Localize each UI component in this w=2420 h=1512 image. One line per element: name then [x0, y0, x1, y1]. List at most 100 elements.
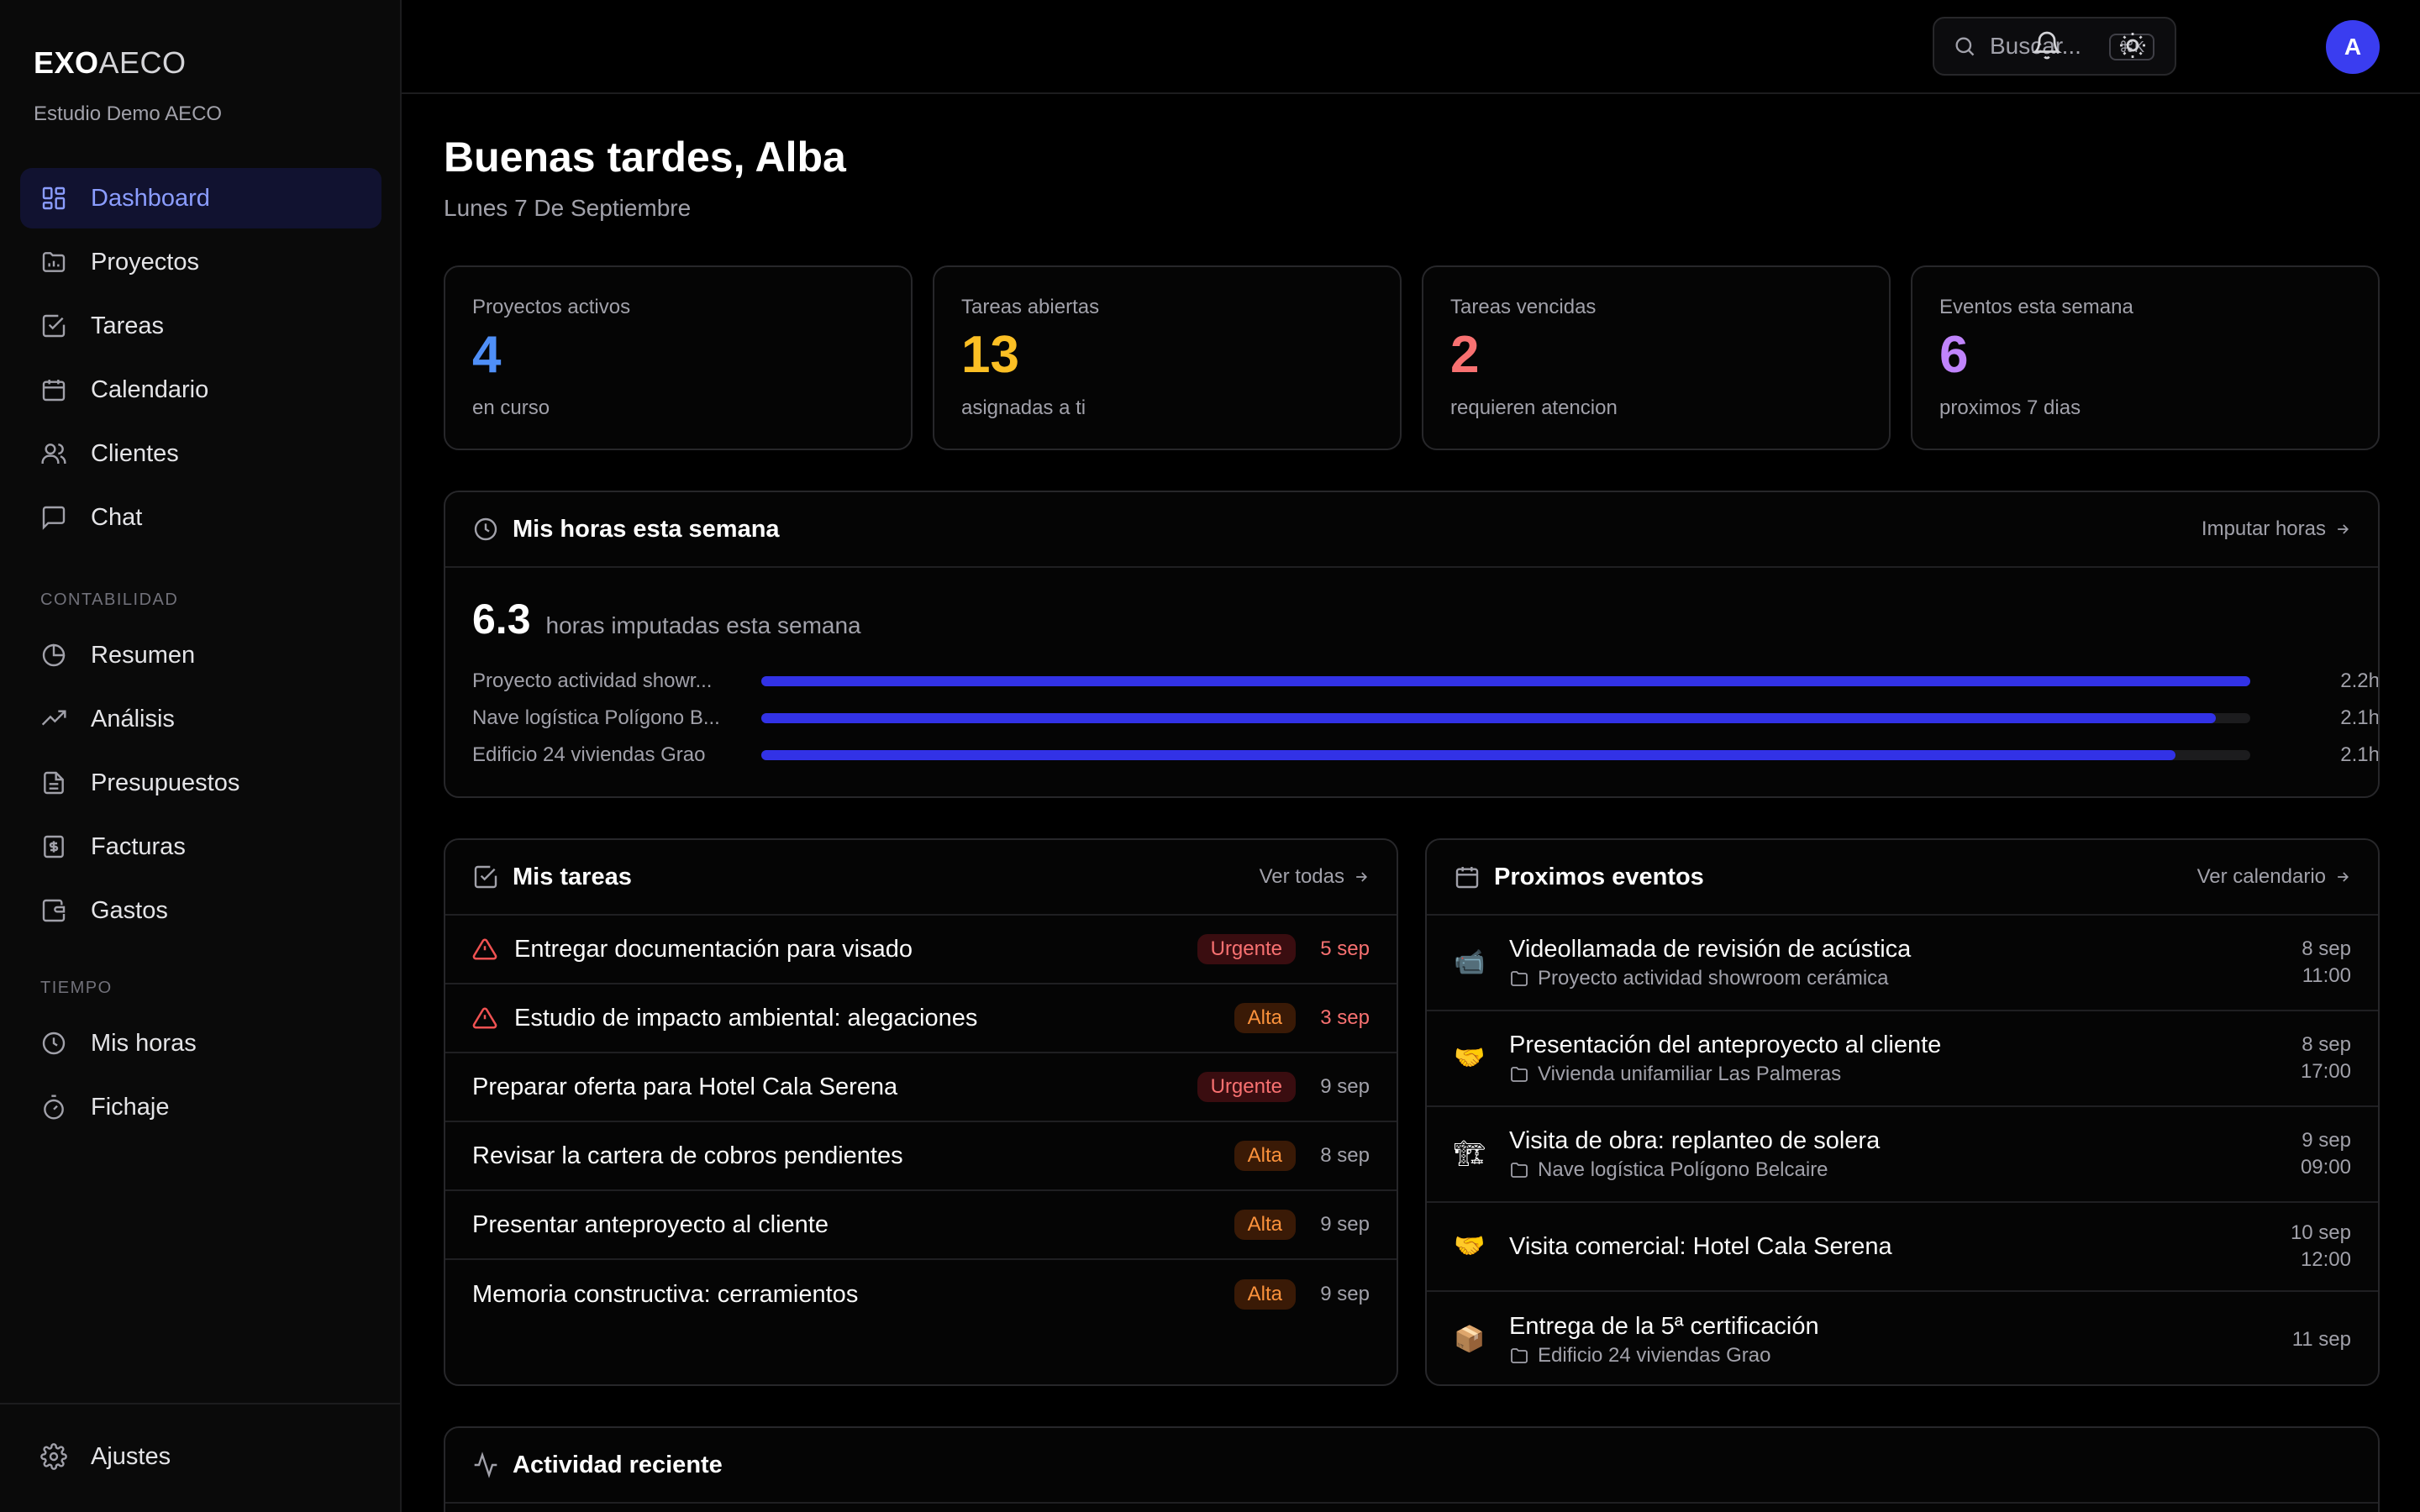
- sidebar-item-label: Clientes: [91, 439, 179, 467]
- hours-row: Proyecto actividad showr... 2.2h: [472, 669, 2378, 694]
- sidebar-item-label: Tareas: [91, 312, 165, 339]
- link-label: Ver todas: [1259, 865, 1344, 888]
- hours-bar-track: [761, 750, 2250, 760]
- stat-card-proyectos[interactable]: Proyectos activos 4 en curso: [444, 265, 913, 450]
- hours-total-label: horas imputadas esta semana: [545, 612, 861, 638]
- activity-card-header: Actividad reciente: [445, 1428, 2378, 1504]
- sidebar-item-proyectos[interactable]: Proyectos: [20, 232, 381, 292]
- clock-icon: [42, 1032, 66, 1055]
- sidebar-item-resumen[interactable]: Resumen: [20, 625, 381, 685]
- section-label-contabilidad: CONTABILIDAD: [40, 591, 179, 609]
- event-project: Edificio 24 viviendas Grao: [1538, 1343, 1771, 1367]
- card-title: Proximos eventos: [1494, 863, 1704, 890]
- sidebar-item-mis-horas[interactable]: Mis horas: [20, 1013, 381, 1074]
- ver-todas-link[interactable]: Ver todas: [1260, 865, 1370, 889]
- folder-icon: [1511, 970, 1528, 986]
- event-title: Visita comercial: Hotel Cala Serena: [1509, 1232, 1892, 1260]
- pie-chart-icon: [42, 643, 66, 667]
- sidebar-item-calendario[interactable]: Calendario: [20, 360, 381, 420]
- priority-badge: Urgente: [1197, 934, 1296, 964]
- event-day: 10 sep: [2290, 1221, 2351, 1244]
- stat-card-tareas-vencidas[interactable]: Tareas vencidas 2 requieren atencion: [1422, 265, 1891, 450]
- event-time: 12:00: [2300, 1248, 2351, 1271]
- organization-name: Estudio Demo AECO: [34, 102, 223, 125]
- event-row[interactable]: 🤝 Visita comercial: Hotel Cala Serena 10…: [1427, 1203, 2378, 1292]
- sidebar-item-chat[interactable]: Chat: [20, 487, 381, 548]
- folder-icon: [42, 252, 66, 272]
- sidebar-item-fichaje[interactable]: Fichaje: [20, 1077, 381, 1137]
- hours-value: 2.1h: [2340, 743, 2380, 766]
- task-name: Entregar documentación para visado: [514, 935, 913, 963]
- event-title: Visita de obra: replanteo de solera: [1509, 1126, 1881, 1154]
- link-label: Imputar horas: [2201, 517, 2326, 540]
- clock-icon: [474, 517, 497, 541]
- hours-bar-fill: [761, 750, 2176, 760]
- task-row[interactable]: Memoria constructiva: cerramientos Alta 9…: [445, 1260, 1397, 1329]
- checkbox-icon: [474, 865, 497, 889]
- sidebar: EXOAECO Estudio Demo AECO Dashboard Proy…: [0, 0, 402, 1512]
- folder-icon: [1511, 1162, 1528, 1178]
- priority-badge: Alta: [1234, 1141, 1296, 1171]
- events-card-header: Proximos eventos Ver calendario: [1427, 840, 2378, 916]
- sidebar-item-gastos[interactable]: Gastos: [20, 880, 381, 941]
- brand-logo[interactable]: EXOAECO: [34, 45, 187, 81]
- hours-bar-fill: [761, 713, 2217, 723]
- hours-value: 2.1h: [2340, 706, 2380, 729]
- task-row[interactable]: Entregar documentación para visado Urgen…: [445, 916, 1397, 984]
- event-row[interactable]: 📹 Videollamada de revisión de acústica P…: [1427, 916, 2378, 1011]
- event-row[interactable]: 📦 Entrega de la 5ª certificación Edifici…: [1427, 1292, 2378, 1384]
- hours-total: 6.3 horas imputadas esta semana: [472, 595, 861, 643]
- hours-total-value: 6.3: [472, 596, 531, 643]
- brand-bold: EXO: [34, 45, 99, 80]
- event-day: 8 sep: [2302, 1033, 2351, 1056]
- task-row[interactable]: Presentar anteproyecto al cliente Alta 9 …: [445, 1191, 1397, 1260]
- hours-row: Nave logística Polígono B... 2.1h: [472, 706, 2380, 731]
- activity-icon: [474, 1452, 497, 1478]
- sidebar-item-label: Gastos: [91, 896, 168, 924]
- link-label: Ver calendario: [2196, 865, 2326, 888]
- task-due: 8 sep: [1320, 1144, 1370, 1167]
- event-title: Presentación del anteproyecto al cliente: [1509, 1031, 1942, 1058]
- stat-card-tareas-abiertas[interactable]: Tareas abiertas 13 asignadas a ti: [933, 265, 1402, 450]
- sidebar-item-label: Dashboard: [91, 184, 210, 212]
- tasks-card-header: Mis tareas Ver todas: [445, 840, 1397, 916]
- imputar-horas-link[interactable]: Imputar horas: [2202, 517, 2351, 541]
- search-icon: [1955, 37, 1975, 56]
- event-day: 11 sep: [2291, 1328, 2351, 1351]
- sidebar-item-label: Ajustes: [91, 1442, 171, 1470]
- topbar: Buscar... ⌘K A: [402, 0, 2420, 94]
- stat-card-eventos[interactable]: Eventos esta semana 6 proximos 7 dias: [1911, 265, 2380, 450]
- task-due: 9 sep: [1320, 1283, 1370, 1305]
- hours-project-name: Nave logística Polígono B...: [472, 706, 720, 729]
- sidebar-item-dashboard[interactable]: Dashboard: [20, 168, 381, 228]
- sidebar-item-ajustes[interactable]: Ajustes: [20, 1426, 381, 1487]
- ver-calendario-link[interactable]: Ver calendario: [2197, 865, 2351, 889]
- hours-bar-track: [761, 676, 2250, 686]
- arrow-right-icon: [1356, 872, 1368, 882]
- task-row[interactable]: Revisar la cartera de cobros pendientes …: [445, 1122, 1397, 1191]
- sidebar-item-clientes[interactable]: Clientes: [20, 423, 381, 484]
- task-row[interactable]: Estudio de impacto ambiental: alegacione…: [445, 984, 1397, 1053]
- sidebar-item-label: Chat: [91, 503, 143, 531]
- sidebar-item-label: Calendario: [91, 375, 209, 403]
- sidebar-item-label: Facturas: [91, 832, 186, 860]
- event-project: Proyecto actividad showroom cerámica: [1538, 966, 1889, 990]
- task-row[interactable]: Preparar oferta para Hotel Cala Serena U…: [445, 1053, 1397, 1122]
- sidebar-item-label: Análisis: [91, 705, 175, 732]
- sidebar-item-facturas[interactable]: Facturas: [20, 816, 381, 877]
- sun-icon[interactable]: [2118, 30, 2148, 60]
- task-name: Estudio de impacto ambiental: alegacione…: [514, 1004, 978, 1032]
- event-title: Videollamada de revisión de acústica: [1509, 935, 1912, 963]
- event-row[interactable]: 🏗 Visita de obra: replanteo de solera Na…: [1427, 1107, 2378, 1203]
- stat-label: Tareas vencidas: [1450, 296, 1597, 318]
- invoice-icon: [44, 835, 64, 858]
- event-row[interactable]: 🤝 Presentación del anteproyecto al clien…: [1427, 1011, 2378, 1107]
- hours-card-header: Mis horas esta semana Imputar horas: [445, 492, 2378, 568]
- hours-bar-track: [761, 713, 2250, 723]
- sidebar-item-tareas[interactable]: Tareas: [20, 296, 381, 356]
- sidebar-item-analisis[interactable]: Análisis: [20, 689, 381, 749]
- avatar[interactable]: A: [2326, 20, 2380, 74]
- bell-icon[interactable]: [2032, 30, 2062, 60]
- folder-icon: [1511, 1066, 1528, 1082]
- sidebar-item-presupuestos[interactable]: Presupuestos: [20, 753, 381, 813]
